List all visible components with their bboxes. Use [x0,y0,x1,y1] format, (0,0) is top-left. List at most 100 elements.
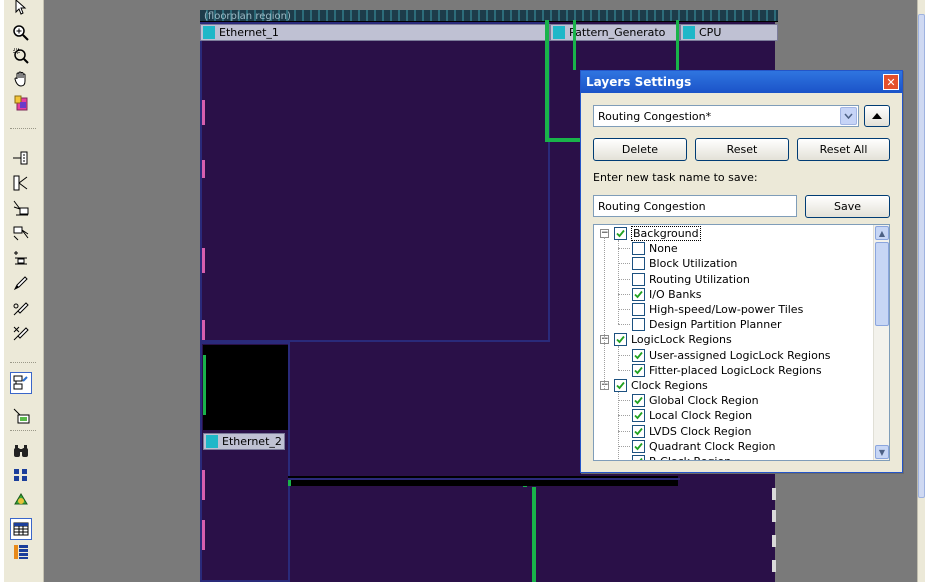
routing-line [676,20,679,70]
delete-button[interactable]: Delete [593,138,687,161]
tree-item-label: R Clock Region [649,455,731,460]
region-color-swatch [206,435,218,448]
checkbox[interactable] [632,303,645,316]
tree-scrollbar-thumb[interactable] [875,242,889,326]
checkbox[interactable] [632,409,645,423]
layers-icon[interactable] [10,92,32,114]
routing-line [573,20,576,70]
checkbox[interactable] [632,439,645,453]
tree-connector [618,248,630,250]
region-ethernet-2-header[interactable]: Ethernet_2 [203,433,285,450]
table-icon[interactable] [10,518,32,540]
checkbox[interactable] [632,348,645,362]
tree-item-label: Clock Regions [631,379,708,392]
checkbox[interactable] [632,394,645,408]
save-button[interactable]: Save [805,195,890,218]
tree-item[interactable]: R Clock Region [632,454,731,460]
chevron-down-icon[interactable] [840,107,857,125]
checkbox[interactable] [632,257,645,271]
move-up-button[interactable] [864,105,890,127]
tree-connector [618,278,630,280]
tree-item[interactable]: I/O Banks [632,287,701,302]
find-icon[interactable] [10,440,32,462]
checkbox[interactable] [614,227,627,240]
io-marker [202,248,205,273]
hand-icon[interactable] [10,68,32,90]
checkmark-icon [616,381,625,390]
tree-item-label: Global Clock Region [649,394,759,408]
connection-icon[interactable] [10,247,32,269]
reset-all-button[interactable]: Reset All [797,138,890,161]
tree-item[interactable]: − Background [600,226,701,241]
checkbox[interactable] [614,333,627,347]
tree-item[interactable]: None [632,241,678,256]
tree-item[interactable]: − LogicLock Regions [600,332,732,347]
tree-item[interactable]: Routing Utilization [632,272,750,287]
checkmark-icon [634,412,643,420]
tree-scrollbar[interactable]: ▲ ▼ [873,225,889,460]
region-ethernet-1-header[interactable]: Ethernet_1 [200,24,550,41]
tree-item[interactable]: − Clock Regions [600,378,708,393]
tree-item-label: Design Partition Planner [649,318,782,332]
tree-item-label: Background [631,226,701,241]
checkmark-icon [634,366,643,375]
tree-connector [618,293,630,295]
fanout-icon[interactable] [10,222,32,244]
zoom-in-icon[interactable] [10,22,32,44]
tree-item[interactable]: User-assigned LogicLock Regions [632,348,831,363]
preset-select[interactable]: Routing Congestion* [593,105,859,127]
node-icon[interactable] [10,147,32,169]
path-icon[interactable] [10,172,32,194]
display-icon[interactable] [10,405,32,427]
tree-connector [618,354,630,356]
checkbox[interactable] [632,424,645,438]
routing-line [545,20,549,142]
tree-item[interactable]: LVDS Clock Region [632,424,751,439]
blocks-icon[interactable] [10,464,32,486]
task-name-input[interactable]: Routing Congestion [593,195,797,217]
tree-item[interactable]: Block Utilization [632,256,737,271]
list-icon[interactable] [10,541,32,563]
checkbox[interactable] [632,242,645,256]
checkbox[interactable] [632,318,645,332]
scroll-up-icon[interactable]: ▲ [875,226,889,240]
region-pattern-generator-header[interactable]: Pattern_Generato [550,24,680,41]
checkbox[interactable] [632,363,645,377]
layers-settings-dialog: Layers Settings ✕ Routing Congestion* De… [580,70,903,473]
tree-item[interactable]: Quadrant Clock Region [632,439,775,454]
fitter-icon[interactable] [10,488,32,510]
delete-route-icon[interactable] [10,322,32,344]
tree-item[interactable]: Local Clock Region [632,408,752,423]
tree-item[interactable]: Fitter-placed LogicLock Regions [632,363,822,378]
tree-item-label: Local Clock Region [649,409,753,423]
dialog-title-bar[interactable]: Layers Settings [581,71,902,93]
assignment-icon[interactable] [10,372,32,394]
region-cpu-header[interactable]: CPU [680,24,778,41]
tree-item[interactable]: Global Clock Region [632,393,759,408]
region-ethernet-1-label: Ethernet_1 [219,26,279,39]
route-icon[interactable] [10,297,32,319]
layers-tree[interactable]: − Background None Block Utilization Routing … [593,224,890,461]
checkbox[interactable] [632,455,645,460]
tree-item-label: Routing Utilization [649,272,750,286]
zoom-region-icon[interactable] [10,45,32,67]
scrollbar-thumb[interactable] [918,14,925,498]
region-ethernet-2-border [200,342,290,582]
selection-icon[interactable] [10,0,32,18]
checkbox[interactable] [632,272,645,286]
toolbar-separator [10,128,36,131]
routing-line [532,487,536,582]
scroll-down-icon[interactable]: ▼ [875,445,889,459]
checkbox[interactable] [632,287,645,301]
fanin-icon[interactable] [10,197,32,219]
close-icon[interactable]: ✕ [883,74,899,90]
region-ethernet-2-label: Ethernet_2 [222,435,282,448]
tree-connector [618,324,630,326]
vertical-scrollbar[interactable] [917,0,925,582]
tree-item[interactable]: Design Partition Planner [632,317,781,332]
checkbox[interactable] [614,379,627,392]
reset-button[interactable]: Reset [695,138,789,161]
tree-connector [618,346,619,370]
edit-icon[interactable] [10,272,32,294]
tree-item[interactable]: High-speed/Low-power Tiles [632,302,803,317]
